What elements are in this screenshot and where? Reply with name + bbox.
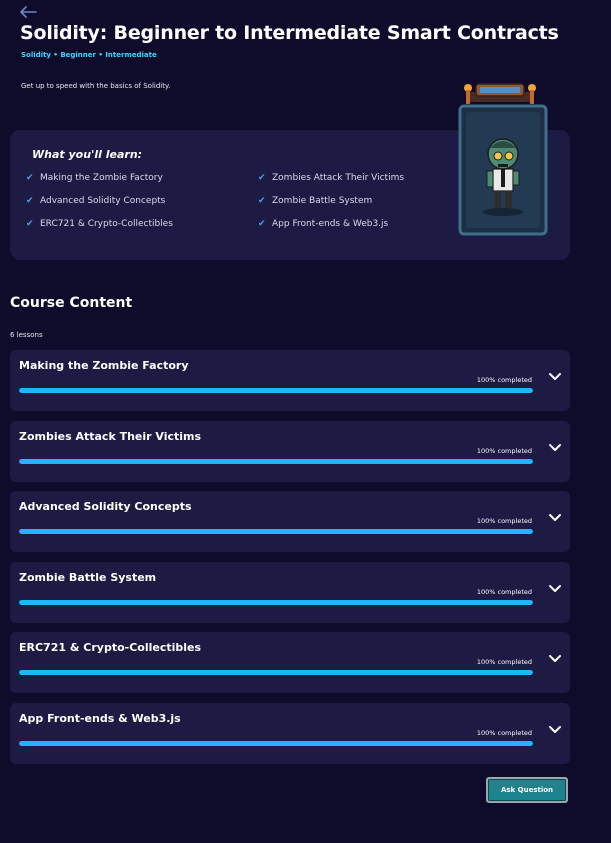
- lesson-status: 100% completed: [476, 658, 532, 666]
- chevron-down-icon[interactable]: [548, 443, 562, 453]
- card-banner-icon: [464, 83, 536, 104]
- learn-item: ✔ Zombies Attack Their Victims: [258, 171, 404, 185]
- lesson-title: App Front-ends & Web3.js: [19, 712, 181, 725]
- lesson-progress-bar: [19, 600, 533, 605]
- check-icon: ✔: [26, 173, 34, 183]
- check-icon: ✔: [26, 219, 34, 229]
- lesson-progress-fill: [19, 459, 533, 464]
- check-icon: ✔: [258, 196, 266, 206]
- lesson-title: Zombies Attack Their Victims: [19, 430, 202, 443]
- course-description: Get up to speed with the basics of Solid…: [21, 82, 171, 90]
- lesson-progress-bar: [19, 529, 533, 534]
- learn-item: ✔ Zombie Battle System: [258, 194, 372, 208]
- back-arrow-icon[interactable]: [19, 6, 39, 20]
- course-tags: Solidity • Beginner • Intermediate: [21, 51, 157, 59]
- lesson-progress-fill: [19, 741, 533, 746]
- chevron-down-icon[interactable]: [548, 725, 562, 735]
- ask-question-button[interactable]: Ask Question: [486, 777, 568, 803]
- learn-item: ✔ ERC721 & Crypto-Collectibles: [26, 217, 173, 231]
- learn-item-label: Making the Zombie Factory: [40, 173, 163, 183]
- lesson-progress-fill: [19, 600, 533, 605]
- lesson-progress-bar: [19, 459, 533, 464]
- lesson-progress-fill: [19, 670, 533, 675]
- learn-item: ✔ Making the Zombie Factory: [26, 171, 163, 185]
- lesson-status: 100% completed: [476, 729, 532, 737]
- lesson-progress-bar: [19, 741, 533, 746]
- check-icon: ✔: [26, 196, 34, 206]
- learn-item-label: Zombie Battle System: [272, 196, 373, 206]
- chevron-down-icon[interactable]: [548, 372, 562, 382]
- lesson-title: Advanced Solidity Concepts: [19, 500, 192, 513]
- zombie-card-icon: [458, 104, 548, 236]
- learn-item-label: Zombies Attack Their Victims: [272, 173, 405, 183]
- lesson-title: Making the Zombie Factory: [19, 359, 189, 372]
- lesson-status: 100% completed: [476, 447, 532, 455]
- chevron-down-icon[interactable]: [548, 584, 562, 594]
- learn-title: What you'll learn:: [32, 148, 143, 161]
- lesson-progress-bar: [19, 388, 533, 393]
- learn-item: ✔ Advanced Solidity Concepts: [26, 194, 165, 208]
- course-content-title: Course Content: [10, 295, 133, 311]
- lessons-count: 6 lessons: [10, 331, 43, 339]
- learn-item-label: Advanced Solidity Concepts: [40, 196, 166, 206]
- lesson-card[interactable]: Zombies Attack Their Victims 100% comple…: [10, 421, 570, 482]
- check-icon: ✔: [258, 173, 266, 183]
- learn-item-label: ERC721 & Crypto-Collectibles: [40, 219, 173, 229]
- lesson-card[interactable]: Zombie Battle System 100% completed: [10, 562, 570, 623]
- lesson-progress-bar: [19, 670, 533, 675]
- lesson-card[interactable]: App Front-ends & Web3.js 100% completed: [10, 703, 570, 764]
- lesson-card[interactable]: Making the Zombie Factory 100% completed: [10, 350, 570, 411]
- lesson-title: ERC721 & Crypto-Collectibles: [19, 641, 202, 654]
- lesson-status: 100% completed: [476, 376, 532, 384]
- lesson-status: 100% completed: [476, 517, 532, 525]
- page-title: Solidity: Beginner to Intermediate Smart…: [20, 22, 559, 44]
- lesson-progress-fill: [19, 529, 533, 534]
- lesson-progress-fill: [19, 388, 533, 393]
- learn-item-label: App Front-ends & Web3.js: [272, 219, 389, 229]
- lesson-status: 100% completed: [476, 588, 532, 596]
- chevron-down-icon[interactable]: [548, 654, 562, 664]
- check-icon: ✔: [258, 219, 266, 229]
- lesson-card[interactable]: ERC721 & Crypto-Collectibles 100% comple…: [10, 632, 570, 693]
- chevron-down-icon[interactable]: [548, 513, 562, 523]
- lesson-card[interactable]: Advanced Solidity Concepts 100% complete…: [10, 491, 570, 552]
- learn-item: ✔ App Front-ends & Web3.js: [258, 217, 388, 231]
- lesson-title: Zombie Battle System: [19, 571, 157, 584]
